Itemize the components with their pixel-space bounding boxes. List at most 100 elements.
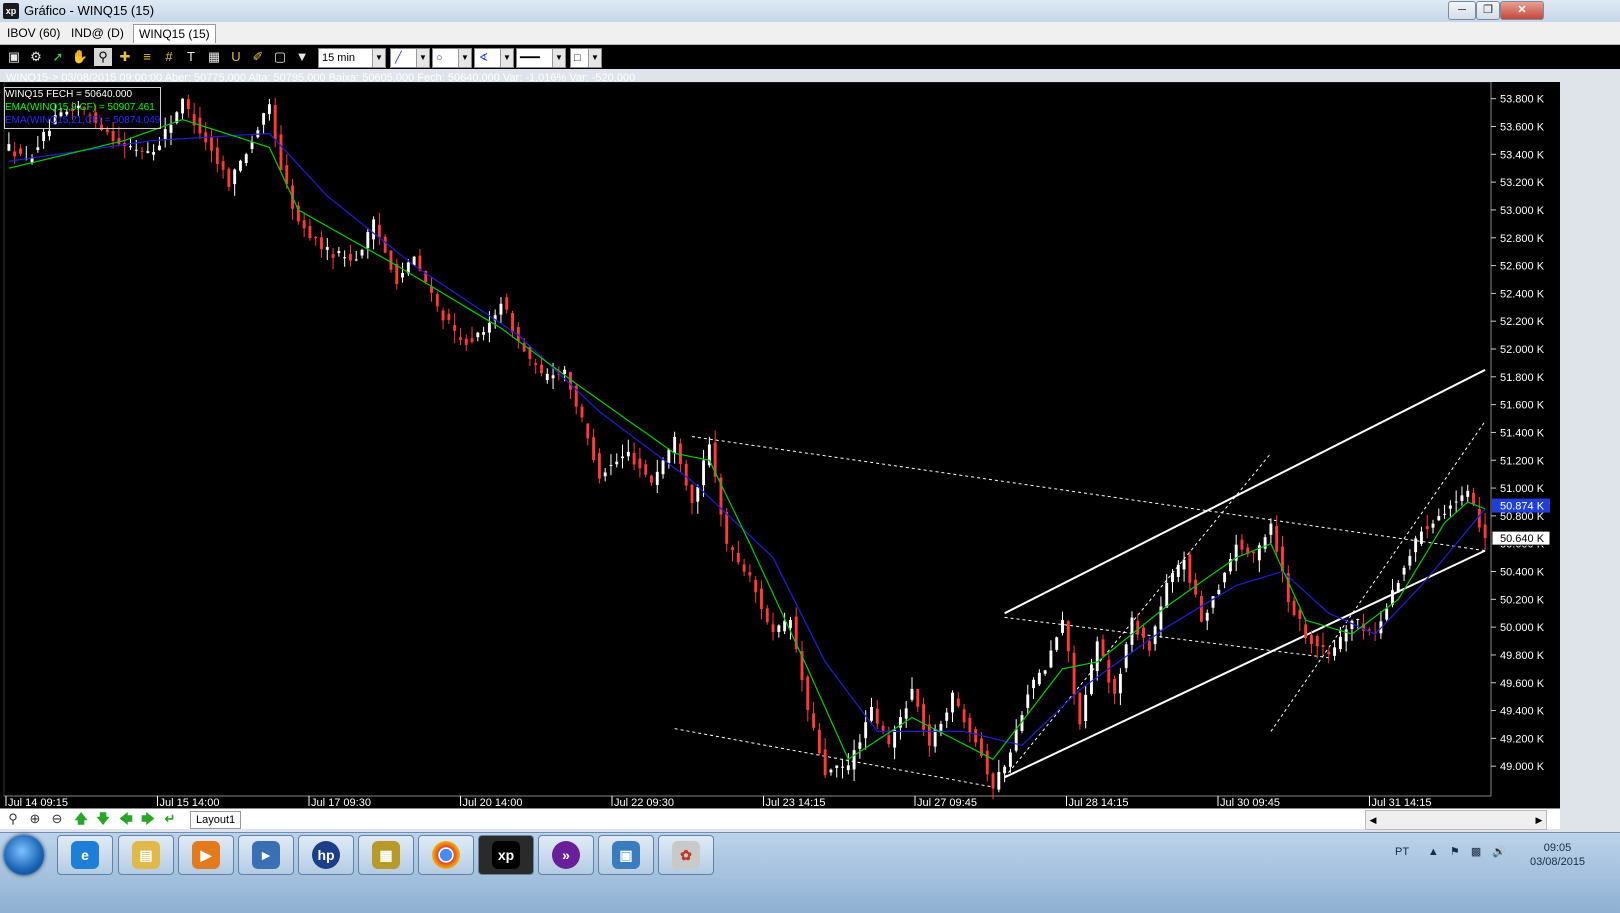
candle-body bbox=[696, 487, 700, 502]
chart-type-icon[interactable]: ▣ bbox=[5, 48, 23, 66]
candle-body bbox=[655, 471, 659, 486]
internet-explorer-icon[interactable]: e bbox=[57, 835, 113, 875]
archive-icon[interactable]: ▦ bbox=[358, 835, 414, 875]
flag-icon[interactable]: ⚑ bbox=[1450, 846, 1460, 858]
chevron-down-icon: ▼ bbox=[372, 49, 385, 67]
forward-app-icon[interactable]: » bbox=[538, 835, 594, 875]
line-tool-select[interactable]: ╱ ▼ bbox=[390, 48, 430, 68]
chrome-icon[interactable] bbox=[418, 835, 474, 875]
arrow-up-icon[interactable]: 🡅 bbox=[72, 810, 90, 828]
tab-winq15[interactable]: WINQ15 (15) bbox=[133, 24, 216, 43]
arrow-right-icon[interactable]: 🡆 bbox=[139, 810, 157, 828]
candle-body bbox=[1356, 619, 1360, 621]
hand-icon[interactable]: ✋ bbox=[71, 48, 89, 66]
start-button[interactable] bbox=[4, 835, 44, 875]
brush-icon[interactable]: ✐ bbox=[249, 48, 267, 66]
hash-icon[interactable]: ≡ bbox=[138, 48, 156, 66]
candle-body bbox=[540, 364, 543, 374]
scroll-right-icon[interactable]: ▶ bbox=[1532, 811, 1546, 829]
color-select[interactable]: □ ▼ bbox=[570, 48, 602, 68]
candle-body bbox=[771, 624, 775, 632]
candle-body bbox=[129, 146, 132, 148]
price-chart[interactable]: 53.800 K 53.600 K 53.400 K 53.200 K 53.000 K… bbox=[0, 82, 1560, 808]
candle-body bbox=[846, 765, 850, 771]
ema21-price-label: 50.874 K bbox=[1500, 501, 1545, 513]
x-tick-label: Jul 22 09:30 bbox=[614, 797, 674, 808]
circle-icon: ○ bbox=[436, 52, 443, 64]
y-tick-label: 53.800 K bbox=[1500, 94, 1545, 106]
scroll-left-icon[interactable]: ◀ bbox=[1366, 811, 1380, 829]
horizontal-scrollbar[interactable]: ◀ ▶ bbox=[1365, 810, 1547, 830]
layout-tab[interactable]: Layout1 bbox=[190, 811, 242, 829]
candle-body bbox=[1142, 627, 1145, 638]
paint-icon[interactable]: ✿ bbox=[658, 835, 714, 875]
filter-icon[interactable]: ▼ bbox=[293, 48, 311, 66]
candle-body bbox=[1118, 673, 1122, 694]
signal-icon[interactable]: ▩ bbox=[1471, 846, 1481, 858]
period-select[interactable]: 15 min ▼ bbox=[318, 48, 386, 68]
candle-body bbox=[1037, 672, 1041, 685]
hp-icon[interactable]: hp bbox=[298, 835, 354, 875]
crosshair-icon[interactable]: ✚ bbox=[116, 48, 134, 66]
arrow-left-icon[interactable]: 🡄 bbox=[117, 810, 135, 828]
minimize-button[interactable]: ─ bbox=[1448, 1, 1476, 20]
indicator-legend[interactable]: WINQ15 FECH = 50640.000 EMA(WINQ15,9,CF)… bbox=[4, 87, 161, 129]
arrow-end-icon[interactable]: ↵ bbox=[161, 810, 179, 828]
gear-icon[interactable]: ⚙ bbox=[27, 48, 45, 66]
candle-body bbox=[621, 456, 624, 459]
candle-body bbox=[736, 552, 740, 563]
magnet-icon[interactable]: U bbox=[227, 48, 245, 66]
candle-body bbox=[1321, 645, 1325, 648]
zoom-in-icon[interactable]: ⊕ bbox=[26, 810, 44, 828]
table-icon[interactable]: ▦ bbox=[205, 48, 223, 66]
close-button[interactable]: ✕ bbox=[1500, 1, 1544, 20]
xp-icon[interactable]: xp bbox=[478, 835, 534, 875]
candle-body bbox=[551, 375, 555, 379]
file-explorer-icon[interactable]: ▤ bbox=[118, 835, 174, 875]
candle-body bbox=[962, 709, 966, 723]
candle-body bbox=[968, 717, 972, 733]
candle bbox=[239, 159, 242, 173]
clipboard-icon[interactable]: ▢ bbox=[271, 48, 289, 66]
network-icon[interactable]: ► bbox=[238, 835, 294, 875]
candle-body bbox=[499, 303, 503, 315]
language-indicator[interactable]: PT bbox=[1395, 846, 1409, 858]
line-style-select[interactable]: ━━━ ▼ bbox=[516, 48, 566, 68]
chevron-down-icon: ▼ bbox=[458, 49, 471, 67]
tab-ibov[interactable]: IBOV (60) bbox=[2, 24, 65, 42]
candle-body bbox=[412, 256, 416, 266]
candle-body bbox=[1049, 650, 1053, 668]
candle-body bbox=[36, 147, 40, 150]
media-player-icon[interactable]: ▶ bbox=[178, 835, 234, 875]
y-tick-label: 52.200 K bbox=[1500, 316, 1545, 328]
arrow-down-icon[interactable]: 🡇 bbox=[94, 810, 112, 828]
candle-body bbox=[1448, 505, 1452, 509]
hash-alt-icon[interactable]: # bbox=[160, 48, 178, 66]
candle-body bbox=[1026, 694, 1030, 708]
candle-body bbox=[1113, 678, 1117, 694]
image-viewer-icon[interactable]: ▣ bbox=[598, 835, 654, 875]
fan-tool-select[interactable]: ∢ ▼ bbox=[474, 48, 514, 68]
candle-body bbox=[337, 251, 341, 254]
text-icon[interactable]: T bbox=[182, 48, 200, 66]
candle-body bbox=[447, 313, 451, 320]
draw-icon[interactable]: ➚ bbox=[49, 48, 67, 66]
candle-body bbox=[870, 706, 873, 721]
system-tray: PT ▲ ⚑ ▩ 🔊 bbox=[1395, 845, 1506, 858]
y-tick-label: 50.800 K bbox=[1500, 511, 1545, 523]
candle-body bbox=[1408, 555, 1412, 566]
zoom-area-icon[interactable]: ⚲ bbox=[94, 48, 112, 66]
clock-time: 09:05 bbox=[1543, 842, 1572, 854]
candle-body bbox=[742, 564, 746, 572]
y-tick-label: 53.000 K bbox=[1500, 205, 1545, 217]
volume-icon[interactable]: 🔊 bbox=[1492, 846, 1506, 858]
zoom-icon[interactable]: ⚲ bbox=[4, 810, 22, 828]
shape-tool-select[interactable]: ○ ▼ bbox=[432, 48, 472, 68]
maximize-button[interactable]: ❐ bbox=[1476, 1, 1500, 20]
candle-body bbox=[731, 547, 734, 550]
zoom-out-icon[interactable]: ⊖ bbox=[48, 810, 66, 828]
show-hidden-icon[interactable]: ▲ bbox=[1428, 846, 1439, 858]
tab-ind[interactable]: IND@ (D) bbox=[66, 24, 129, 42]
candle-body bbox=[1477, 508, 1481, 528]
system-clock[interactable]: 09:05 03/08/2015 bbox=[1530, 841, 1585, 869]
